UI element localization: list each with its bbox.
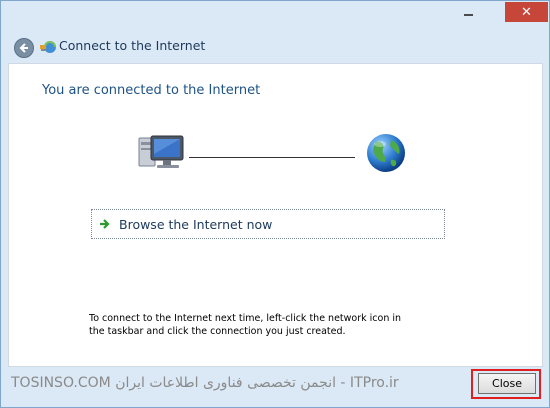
dialog-window: ✕ Connect to the Internet You are connec…: [0, 0, 550, 408]
instructions-text: To connect to the Internet next time, le…: [89, 313, 402, 337]
minimize-button[interactable]: [454, 3, 482, 21]
computer-icon: [138, 135, 184, 168]
globe-icon: [367, 134, 405, 172]
window-close-button[interactable]: ✕: [505, 2, 548, 22]
back-arrow-icon: [19, 43, 28, 53]
back-button[interactable]: [14, 38, 34, 58]
browse-internet-button[interactable]: Browse the Internet now: [91, 209, 445, 239]
page-heading: You are connected to the Internet: [42, 83, 261, 98]
network-connection-icon: [40, 41, 56, 53]
connection-line: [189, 157, 355, 158]
minimize-icon: [463, 14, 473, 16]
green-arrow-icon: [100, 219, 110, 229]
browse-internet-label: Browse the Internet now: [119, 216, 273, 232]
title-bar: ✕: [1, 1, 549, 31]
dialog-footer: TOSINSO.COM انجمن تخصصی فناوری اطلاعات ا…: [1, 365, 549, 407]
close-button[interactable]: Close: [478, 373, 536, 394]
wizard-content: You are connected to the Internet Browse…: [8, 63, 543, 367]
wizard-header: Connect to the Internet: [1, 31, 549, 63]
window-title: Connect to the Internet: [59, 38, 206, 53]
watermark-text: TOSINSO.COM انجمن تخصصی فناوری اطلاعات ا…: [11, 375, 399, 391]
